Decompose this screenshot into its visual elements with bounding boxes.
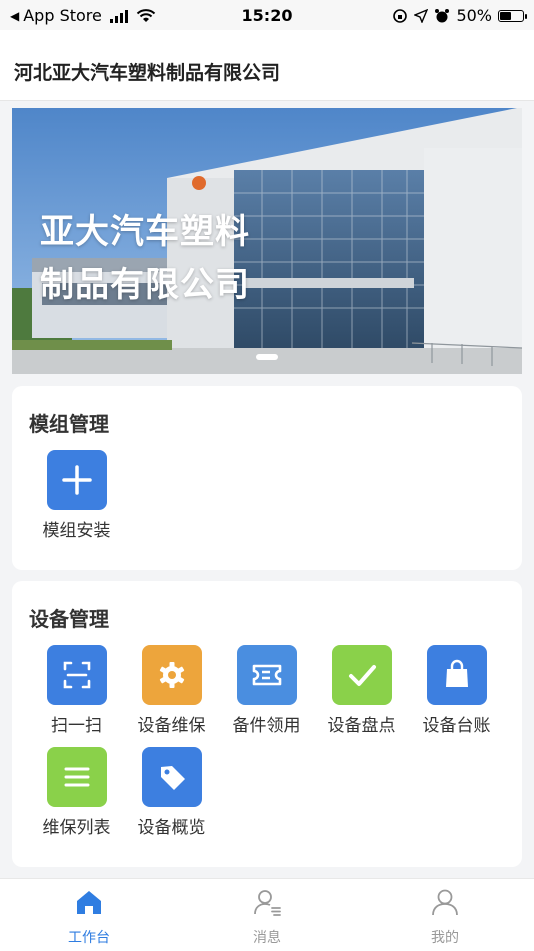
maintenance-list-button[interactable]: 维保列表 [29,747,124,838]
home-icon [74,887,104,917]
spare-parts-button[interactable]: 备件领用 [219,645,314,736]
banner-slogan: 亚大汽车塑料 制品有限公司 [40,206,250,312]
scan-button[interactable]: 扫一扫 [29,645,124,736]
user-icon [430,887,460,917]
tab-profile[interactable]: 我的 [385,887,505,947]
module-section-title: 模组管理 [29,412,109,436]
equipment-ledger-label: 设备台账 [422,716,491,736]
inventory-check-label: 设备盘点 [327,716,396,736]
scan-label: 扫一扫 [51,716,102,736]
banner-slogan-line2: 制品有限公司 [40,265,250,305]
equipment-section-title: 设备管理 [29,607,109,631]
gear-icon [141,645,202,705]
bag-icon [426,645,487,705]
scan-icon [46,645,107,705]
maintenance-list-label: 维保列表 [42,818,111,838]
page-title: 河北亚大汽车塑料制品有限公司 [14,62,281,84]
ticket-icon [236,645,297,705]
tab-workbench[interactable]: 工作台 [29,887,149,947]
module-install-label: 模组安装 [42,521,111,541]
banner-carousel[interactable]: 亚大汽车塑料 制品有限公司 [12,108,522,374]
module-install-button[interactable]: 模组安装 [29,450,124,541]
maintenance-button[interactable]: 设备维保 [124,645,219,736]
tab-workbench-label: 工作台 [68,930,110,946]
location-arrow-icon [414,8,429,23]
inventory-check-button[interactable]: 设备盘点 [314,645,409,736]
app-header: 河北亚大汽车塑料制品有限公司 [0,30,534,101]
module-management-card: 模组管理 模组安装 [12,386,522,570]
banner-slogan-line1: 亚大汽车塑料 [40,212,250,252]
bottom-tab-bar: 工作台 消息 我的 [0,878,534,951]
screen-lock-rotation-icon [393,8,408,23]
equipment-overview-label: 设备概览 [137,818,206,838]
alarm-clock-icon [435,8,450,22]
carousel-indicator[interactable] [256,354,278,360]
battery-percent: 50% [456,6,492,25]
tab-profile-label: 我的 [431,930,459,946]
maintenance-label: 设备维保 [137,716,206,736]
message-user-icon [252,887,282,917]
list-icon [46,747,107,807]
battery-icon [498,9,527,22]
equipment-overview-button[interactable]: 设备概览 [124,747,219,838]
plus-icon [46,450,107,510]
tab-messages[interactable]: 消息 [207,887,327,947]
equipment-ledger-button[interactable]: 设备台账 [409,645,504,736]
equipment-management-card: 设备管理 扫一扫 设备维保 备件领用 设备盘点 设备台账 维保列表 设备概览 [12,581,522,867]
tag-icon [141,747,202,807]
status-bar: ◀ App Store 15:20 50% [0,0,534,30]
tab-messages-label: 消息 [253,930,281,946]
check-icon [331,645,392,705]
spare-parts-label: 备件领用 [232,716,301,736]
